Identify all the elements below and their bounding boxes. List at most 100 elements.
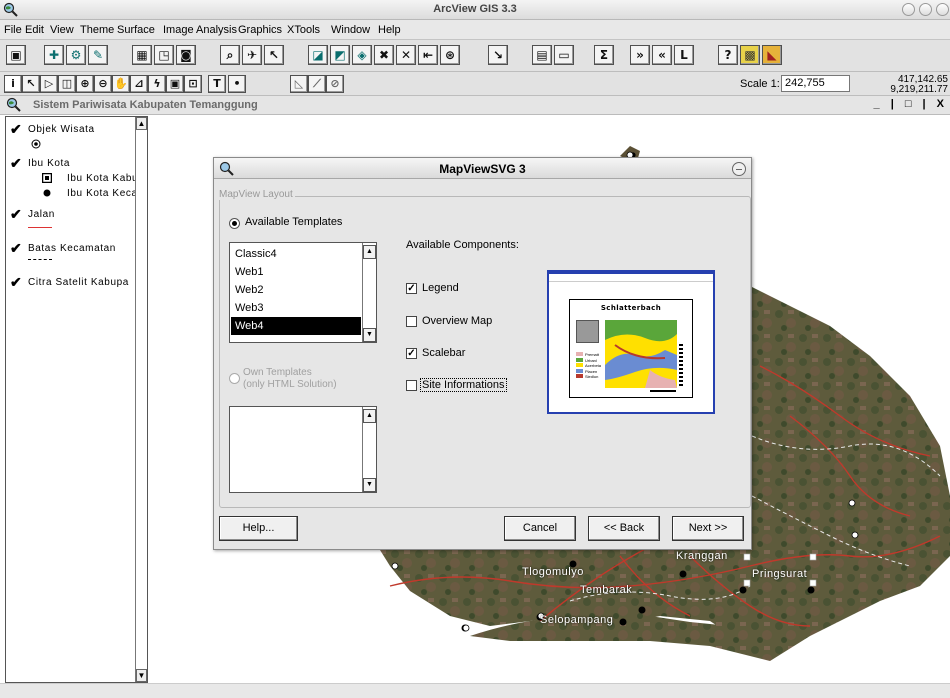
zoom-active-icon[interactable]: ◙ [176, 45, 196, 65]
menu-theme[interactable]: Theme [80, 24, 114, 36]
menu-surface[interactable]: Surface [117, 24, 155, 36]
draw-point-icon[interactable]: • [228, 75, 246, 93]
layer-objek-wisata[interactable]: Objek Wisata [28, 124, 95, 135]
xtools-1-icon[interactable]: ◪ [308, 45, 328, 65]
pan-icon[interactable]: ✋ [112, 75, 130, 93]
pointer-icon[interactable]: ↖ [22, 75, 40, 93]
close-button[interactable] [936, 3, 949, 16]
view-window-controls[interactable]: _ | □ | X [874, 98, 948, 110]
menu-image-analysis[interactable]: Image Analysis [163, 24, 237, 36]
save-icon[interactable]: ▣ [6, 45, 26, 65]
theme-properties-icon[interactable]: ⚙ [66, 45, 86, 65]
snap-2-icon[interactable]: ⟋ [308, 75, 326, 93]
menu-edit[interactable]: Edit [25, 24, 44, 36]
available-templates-radio[interactable] [229, 218, 240, 229]
find-icon[interactable]: ⌕ [220, 45, 240, 65]
zoom-out-icon[interactable]: ⊖ [94, 75, 112, 93]
templates-scroll-down-icon[interactable]: ▼ [363, 328, 376, 342]
dialog-close-icon[interactable] [732, 162, 746, 176]
layout-icon[interactable]: ▭ [554, 45, 574, 65]
menu-window[interactable]: Window [331, 24, 370, 36]
overview-map-checkbox[interactable] [406, 316, 417, 327]
template-item-selected[interactable]: Web4 [231, 317, 361, 335]
scroll-down-arrow-icon[interactable]: ▼ [136, 669, 147, 682]
previous-icon[interactable]: « [652, 45, 672, 65]
menu-help[interactable]: Help [378, 24, 401, 36]
menu-view[interactable]: View [50, 24, 74, 36]
grid-icon[interactable]: ▤ [532, 45, 552, 65]
xtools-2-icon[interactable]: ◩ [330, 45, 350, 65]
templates-scrollbar[interactable]: ▲ ▼ [362, 243, 376, 342]
edit-legend-icon[interactable]: ✎ [88, 45, 108, 65]
own-templates-radio[interactable] [229, 373, 240, 384]
layer-jalan[interactable]: Jalan [28, 209, 55, 220]
measure-icon[interactable]: ⊿ [130, 75, 148, 93]
color-icon[interactable]: ◣ [762, 45, 782, 65]
menu-graphics[interactable]: Graphics [238, 24, 282, 36]
label-icon[interactable]: ⊡ [184, 75, 202, 93]
layer-ibu-kota[interactable]: Ibu Kota [28, 158, 70, 169]
scalebar-label[interactable]: Scalebar [422, 347, 465, 359]
image-icon[interactable]: ▩ [740, 45, 760, 65]
cursor-tool-icon[interactable]: ↘ [488, 45, 508, 65]
select-feature-icon[interactable]: ◫ [58, 75, 76, 93]
maximize-button[interactable] [919, 3, 932, 16]
next-button[interactable]: Next >> [672, 516, 744, 541]
menu-xtools[interactable]: XTools [287, 24, 320, 36]
available-templates-label[interactable]: Available Templates [245, 216, 342, 228]
sum-icon[interactable]: Σ [594, 45, 614, 65]
site-informations-checkbox[interactable] [406, 380, 417, 391]
l-icon[interactable]: L [674, 45, 694, 65]
menu-file[interactable]: File [4, 24, 22, 36]
back-button[interactable]: << Back [588, 516, 660, 541]
text-tool-icon[interactable]: T [208, 75, 226, 93]
template-item[interactable]: Web3 [231, 299, 361, 317]
layer-jalan-checkbox[interactable]: ✔ [10, 206, 22, 223]
minimize-button[interactable] [902, 3, 915, 16]
locate-icon[interactable]: ✈ [242, 45, 262, 65]
snap-3-icon[interactable]: ⊘ [326, 75, 344, 93]
xtools-4-icon[interactable]: ✖ [374, 45, 394, 65]
area-of-interest-icon[interactable]: ▣ [166, 75, 184, 93]
own-templates-scroll-up-icon[interactable]: ▲ [363, 409, 376, 423]
own-templates-scroll-down-icon[interactable]: ▼ [363, 478, 376, 492]
template-item[interactable]: Classic4 [231, 245, 361, 263]
xtools-3-icon[interactable]: ◈ [352, 45, 372, 65]
legend-label[interactable]: Legend [422, 282, 459, 294]
layer-ibu-kota-checkbox[interactable]: ✔ [10, 155, 22, 172]
layer-batas-kecamatan[interactable]: Batas Kecamatan [28, 243, 116, 254]
templates-scroll-up-icon[interactable]: ▲ [363, 245, 376, 259]
layer-citra-satelit-checkbox[interactable]: ✔ [10, 274, 22, 291]
xtools-6-icon[interactable]: ⇤ [418, 45, 438, 65]
legend-checkbox[interactable]: ✓ [406, 283, 417, 294]
site-informations-label[interactable]: Site Informations [420, 378, 507, 392]
hotlink-icon[interactable]: ϟ [148, 75, 166, 93]
layer-citra-satelit[interactable]: Citra Satelit Kabupa [28, 277, 134, 288]
open-table-icon[interactable]: ▦ [132, 45, 152, 65]
vertex-edit-icon[interactable]: ▷ [40, 75, 58, 93]
template-item[interactable]: Web1 [231, 263, 361, 281]
next-icon[interactable]: » [630, 45, 650, 65]
own-templates-scrollbar[interactable]: ▲ ▼ [362, 407, 376, 492]
layer-objek-wisata-checkbox[interactable]: ✔ [10, 121, 22, 138]
help-button[interactable]: Help... [219, 516, 298, 541]
snap-1-icon[interactable]: ◺ [290, 75, 308, 93]
zoom-extent-icon[interactable]: ◳ [154, 45, 174, 65]
own-templates-listbox[interactable]: ▲ ▼ [229, 406, 377, 493]
toc-scrollbar[interactable]: ▲ ▼ [135, 117, 147, 682]
scalebar-checkbox[interactable]: ✓ [406, 348, 417, 359]
query-builder-icon[interactable]: ↖ [264, 45, 284, 65]
cancel-button[interactable]: Cancel [504, 516, 576, 541]
template-item[interactable]: Web2 [231, 281, 361, 299]
scroll-up-arrow-icon[interactable]: ▲ [136, 117, 147, 130]
zoom-in-icon[interactable]: ⊕ [76, 75, 94, 93]
layer-batas-kecamatan-checkbox[interactable]: ✔ [10, 240, 22, 257]
scale-input[interactable]: 242,755 [781, 75, 850, 92]
identify-icon[interactable]: i [4, 75, 22, 93]
xtools-5-icon[interactable]: ✕ [396, 45, 416, 65]
add-theme-icon[interactable]: ✚ [44, 45, 64, 65]
overview-map-label[interactable]: Overview Map [422, 315, 492, 327]
xtools-7-icon[interactable]: ⊛ [440, 45, 460, 65]
templates-listbox[interactable]: Classic4 Web1 Web2 Web3 Web4 ▲ ▼ [229, 242, 377, 343]
help-pointer-icon[interactable]: ? [718, 45, 738, 65]
